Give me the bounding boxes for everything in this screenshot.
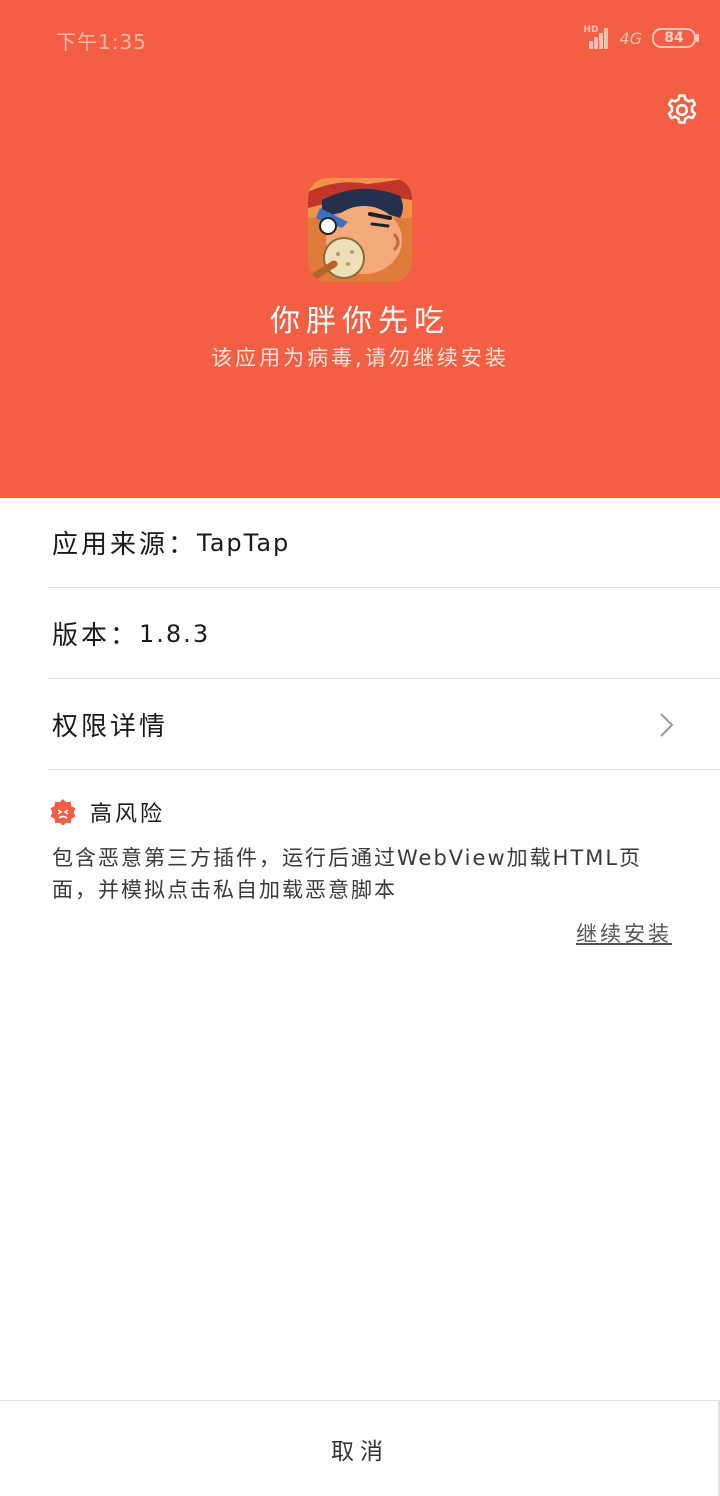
gear-icon[interactable] [664,92,700,128]
virus-warning-text: 该应用为病毒,请勿继续安装 [211,346,509,370]
risk-description: 包含恶意第三方插件，运行后通过WebView加载HTML页面，并模拟点击私自加载… [52,846,643,902]
source-label: 应用来源： [52,530,198,560]
danger-badge-icon [50,799,76,825]
continue-install-link[interactable]: 继续安装 [576,918,672,948]
hd-label: HD [583,25,599,35]
battery-icon: 84 [652,28,699,48]
status-time: 下午1:35 [56,30,147,54]
version-value: 1.8.3 [139,619,211,648]
status-bar: 下午1:35 HD 4G 84 [0,0,720,76]
risk-level: 高风险 [90,802,166,827]
version-row: 版本： 1.8.3 [48,589,720,679]
app-name: 你胖你先吃 [270,304,450,339]
app-header: 下午1:35 HD 4G 84 你胖你先吃 该应用为病毒,请勿继续安装 [0,0,720,498]
signal-icon: HD [583,25,609,49]
source-row: 应用来源： TapTap [48,498,720,588]
status-indicators: HD 4G 84 [583,24,699,52]
source-value: TapTap [197,528,291,557]
risk-section: 高风险 包含恶意第三方插件，运行后通过WebView加载HTML页面，并模拟点击… [48,792,688,906]
cancel-label: 取消 [331,1438,389,1465]
permissions-row[interactable]: 权限详情 [48,680,720,770]
battery-level: 84 [664,30,684,46]
permissions-label: 权限详情 [52,712,169,742]
app-icon-illustration [308,178,412,282]
app-icon [308,178,412,282]
network-type: 4G [619,28,642,48]
risk-header: 高风险 [48,792,688,832]
chevron-right-icon [660,713,674,737]
cancel-button[interactable]: 取消 [0,1400,720,1496]
version-label: 版本： [52,621,140,651]
